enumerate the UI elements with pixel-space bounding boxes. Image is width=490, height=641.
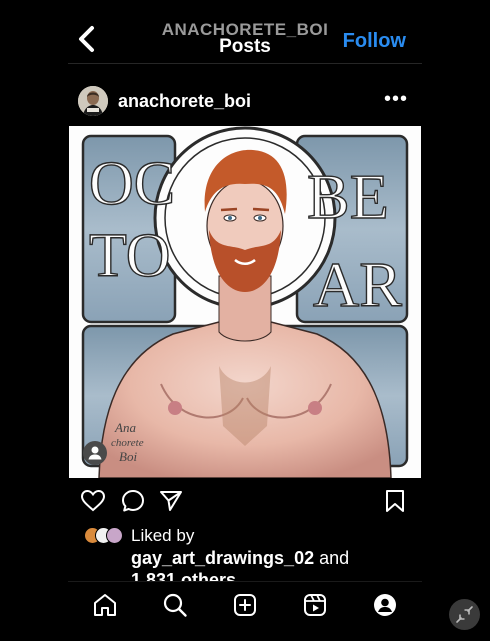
avatar[interactable] (78, 86, 108, 116)
top-bar: ANACHORETE_BOI Posts Follow (0, 0, 490, 62)
liked-by-label: Liked by (131, 526, 195, 545)
avatar (106, 527, 123, 544)
home-icon (94, 594, 116, 616)
artwork-letters-right-bottom: AR (313, 249, 402, 320)
liked-by-conjunction: and (314, 548, 350, 568)
post-image[interactable]: OC TO BE AR Ana chorete Boi (69, 126, 421, 479)
more-options-button[interactable]: ••• (384, 88, 408, 111)
post-username[interactable]: anachorete_boi (118, 91, 251, 112)
tagged-users-button[interactable] (83, 441, 107, 465)
minimize-button[interactable] (449, 599, 480, 630)
bookmark-icon (386, 490, 404, 512)
minimize-icon (456, 606, 473, 623)
profile-icon (374, 594, 396, 616)
save-button[interactable] (382, 488, 408, 514)
artwork-signature-line2: chorete (111, 437, 144, 449)
tab-reels[interactable] (302, 592, 328, 618)
reels-icon (304, 594, 326, 616)
like-button[interactable] (80, 488, 106, 514)
header-divider (68, 63, 422, 64)
search-icon (163, 593, 187, 617)
tab-search[interactable] (162, 592, 188, 618)
liked-by-user-link[interactable]: gay_art_drawings_02 (131, 548, 314, 568)
artwork-signature-line1: Ana (114, 420, 136, 435)
post-artwork: OC TO BE AR Ana chorete Boi (69, 126, 421, 479)
tab-create[interactable] (232, 592, 258, 618)
more-horizontal-icon: ••• (383, 88, 408, 110)
artwork-letters-right-top: BE (307, 161, 389, 232)
send-icon (160, 491, 182, 511)
liked-by-row: Liked by (84, 525, 414, 549)
follow-button[interactable]: Follow (343, 30, 406, 53)
artwork-letters-left-top: OC (89, 150, 175, 218)
comment-button[interactable] (120, 488, 146, 514)
artwork-signature-line3: Boi (119, 449, 137, 464)
artwork-letters-left-bottom: TO (89, 222, 171, 290)
liked-by-avatars[interactable] (84, 527, 128, 545)
heart-icon (80, 489, 106, 512)
post-header: anachorete_boi ••• (78, 86, 422, 118)
bottom-tab-bar (68, 581, 422, 641)
liked-by-line: gay_art_drawings_02 and (131, 548, 349, 569)
share-button[interactable] (158, 488, 184, 514)
tab-home[interactable] (92, 592, 118, 618)
person-icon (88, 446, 102, 460)
page-title: Posts (219, 36, 271, 57)
comment-icon (122, 490, 144, 512)
avatar-image (78, 86, 108, 116)
tab-profile[interactable] (372, 592, 398, 618)
post-actions (80, 488, 410, 514)
plus-square-icon (234, 594, 256, 616)
